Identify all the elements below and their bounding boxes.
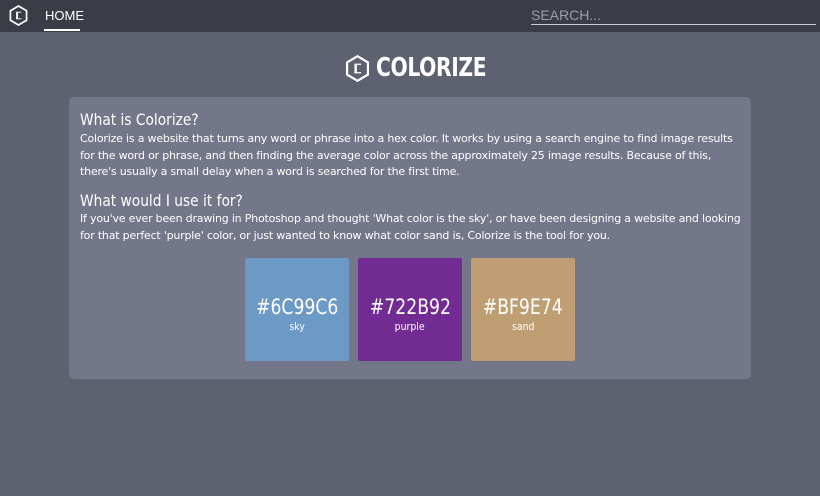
swatch-word: purple: [394, 319, 425, 333]
swatch-hex-code: #722B92: [369, 294, 451, 319]
brand-header: COLORIZE: [0, 50, 820, 86]
swatch-word: sky: [289, 319, 305, 333]
hexagon-c-logo-icon[interactable]: [9, 5, 28, 26]
hexagon-c-logo-icon: [345, 54, 369, 82]
swatch-word: sand: [511, 319, 535, 333]
swatch-hex-code: #6C99C6: [255, 294, 339, 319]
about-text: Colorize is a website that turns any wor…: [80, 132, 733, 178]
color-swatch-purple[interactable]: #722B92 purple: [358, 258, 462, 361]
usage-text: If you've ever been drawing in Photoshop…: [80, 212, 741, 242]
color-swatch-sky[interactable]: #6C99C6 sky: [245, 258, 349, 361]
search-input[interactable]: [531, 6, 816, 25]
top-navbar: HOME: [0, 0, 820, 32]
about-heading: What is Colorize?: [80, 110, 199, 129]
page-title: COLORIZE: [375, 53, 487, 83]
nav-active-indicator: [44, 29, 80, 31]
color-swatch-sand[interactable]: #BF9E74 sand: [471, 258, 575, 361]
info-panel: What is Colorize? Colorize is a website …: [69, 97, 751, 379]
usage-heading: What would I use it for?: [80, 191, 243, 210]
swatch-hex-code: #BF9E74: [483, 294, 563, 319]
nav-home-link[interactable]: HOME: [45, 8, 84, 23]
